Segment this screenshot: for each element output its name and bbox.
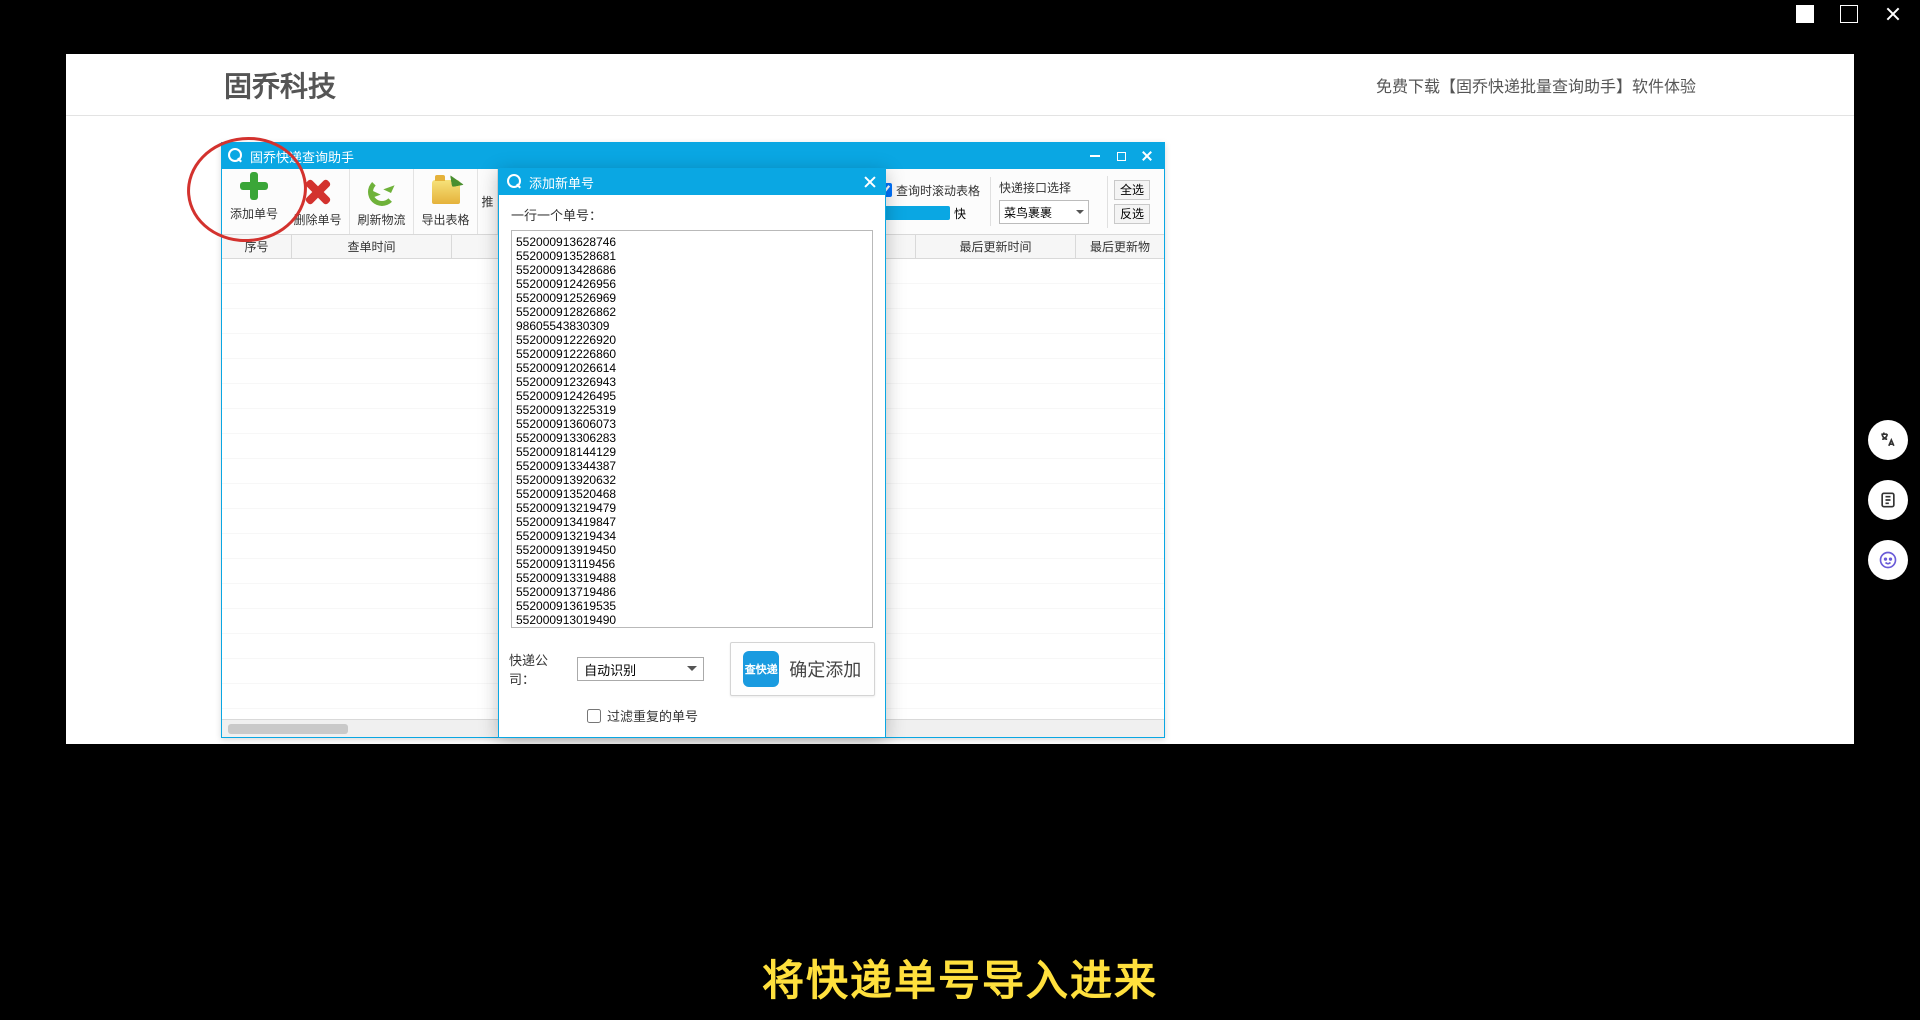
delete-tracking-button[interactable]: 删除单号 [286, 169, 350, 234]
col-last-logistics[interactable]: 最后更新物 [1076, 235, 1164, 258]
chat-button[interactable] [1868, 540, 1908, 580]
export-label: 导出表格 [421, 211, 469, 228]
floating-tools [1868, 420, 1908, 580]
add-tracking-dialog: 添加新单号 一行一个单号： 快递公司： 自动识别 查快递 确定添加 过滤重复的单… [498, 168, 886, 738]
add-tracking-button[interactable]: 添加单号 [222, 169, 286, 222]
progress-bar [878, 206, 950, 220]
app-minimize-button[interactable] [1084, 148, 1106, 164]
refresh-button[interactable]: 刷新物流 [350, 169, 414, 234]
os-minimize-button[interactable] [1796, 5, 1814, 23]
os-close-button[interactable] [1884, 5, 1902, 23]
app-titlebar[interactable]: 固乔快递查询助手 [222, 143, 1164, 169]
dialog-titlebar[interactable]: 添加新单号 [499, 169, 885, 195]
translate-button[interactable] [1868, 420, 1908, 460]
refresh-label: 刷新物流 [357, 211, 405, 228]
filter-label: 过滤重复的单号 [607, 706, 698, 725]
video-subtitle: 将快递单号导入进来 [0, 947, 1920, 1008]
interface-select[interactable]: 菜鸟裹裹 [999, 200, 1089, 224]
push-button-partial[interactable]: 推 [478, 169, 498, 234]
quick-label: 快 [954, 205, 966, 222]
select-all-button[interactable]: 全选 [1114, 180, 1150, 200]
chevron-down-icon [687, 666, 697, 676]
export-button[interactable]: 导出表格 [414, 169, 478, 234]
brand-title: 固乔科技 [224, 65, 336, 105]
toolbar-right-panel: 查询时滚动表格 快 快递接口选择 菜鸟裹裹 全选 反选 [870, 169, 1164, 234]
filter-duplicates-checkbox[interactable]: 过滤重复的单号 [587, 706, 875, 725]
tracking-textarea[interactable] [511, 230, 873, 628]
article-header: 固乔科技 免费下载【固乔快递批量查询助手】软件体验 [66, 54, 1854, 116]
scroll-checkbox-label: 查询时滚动表格 [896, 182, 980, 199]
cross-icon [304, 178, 332, 206]
add-tracking-label: 添加单号 [230, 205, 278, 222]
col-seq[interactable]: 序号 [222, 235, 292, 258]
filter-checkbox-input[interactable] [587, 709, 601, 723]
app-title: 固乔快递查询助手 [250, 147, 354, 166]
col-last-update[interactable]: 最后更新时间 [916, 235, 1076, 258]
folder-export-icon [432, 180, 460, 204]
confirm-add-button[interactable]: 查快递 确定添加 [730, 642, 875, 696]
print-button[interactable] [1868, 480, 1908, 520]
refresh-icon [368, 178, 396, 206]
app-close-button[interactable] [1136, 148, 1158, 164]
carrier-label: 快递公司： [509, 650, 567, 688]
interface-label: 快递接口选择 [999, 179, 1089, 196]
confirm-label: 确定添加 [789, 656, 861, 682]
input-hint: 一行一个单号： [511, 205, 873, 224]
col-query-time[interactable]: 查单时间 [292, 235, 452, 258]
invert-select-button[interactable]: 反选 [1114, 204, 1150, 224]
magnifier-icon [228, 148, 244, 164]
os-window-controls [1796, 5, 1902, 23]
push-label: 推 [481, 193, 493, 210]
dialog-close-button[interactable] [863, 175, 877, 189]
plus-icon [240, 172, 268, 200]
os-maximize-button[interactable] [1840, 5, 1858, 23]
magnifier-icon [507, 174, 523, 190]
dialog-title: 添加新单号 [529, 173, 594, 192]
delete-tracking-label: 删除单号 [293, 211, 341, 228]
search-express-icon: 查快递 [743, 651, 779, 687]
app-maximize-button[interactable] [1110, 148, 1132, 164]
download-promo[interactable]: 免费下载【固乔快递批量查询助手】软件体验 [1376, 73, 1696, 97]
interface-value: 菜鸟裹裹 [1004, 204, 1052, 221]
chevron-down-icon [1076, 210, 1084, 218]
scroll-on-query-checkbox[interactable]: 查询时滚动表格 [878, 182, 980, 199]
scrollbar-thumb[interactable] [228, 724, 348, 734]
carrier-select[interactable]: 自动识别 [577, 657, 703, 681]
carrier-value: 自动识别 [584, 660, 636, 679]
